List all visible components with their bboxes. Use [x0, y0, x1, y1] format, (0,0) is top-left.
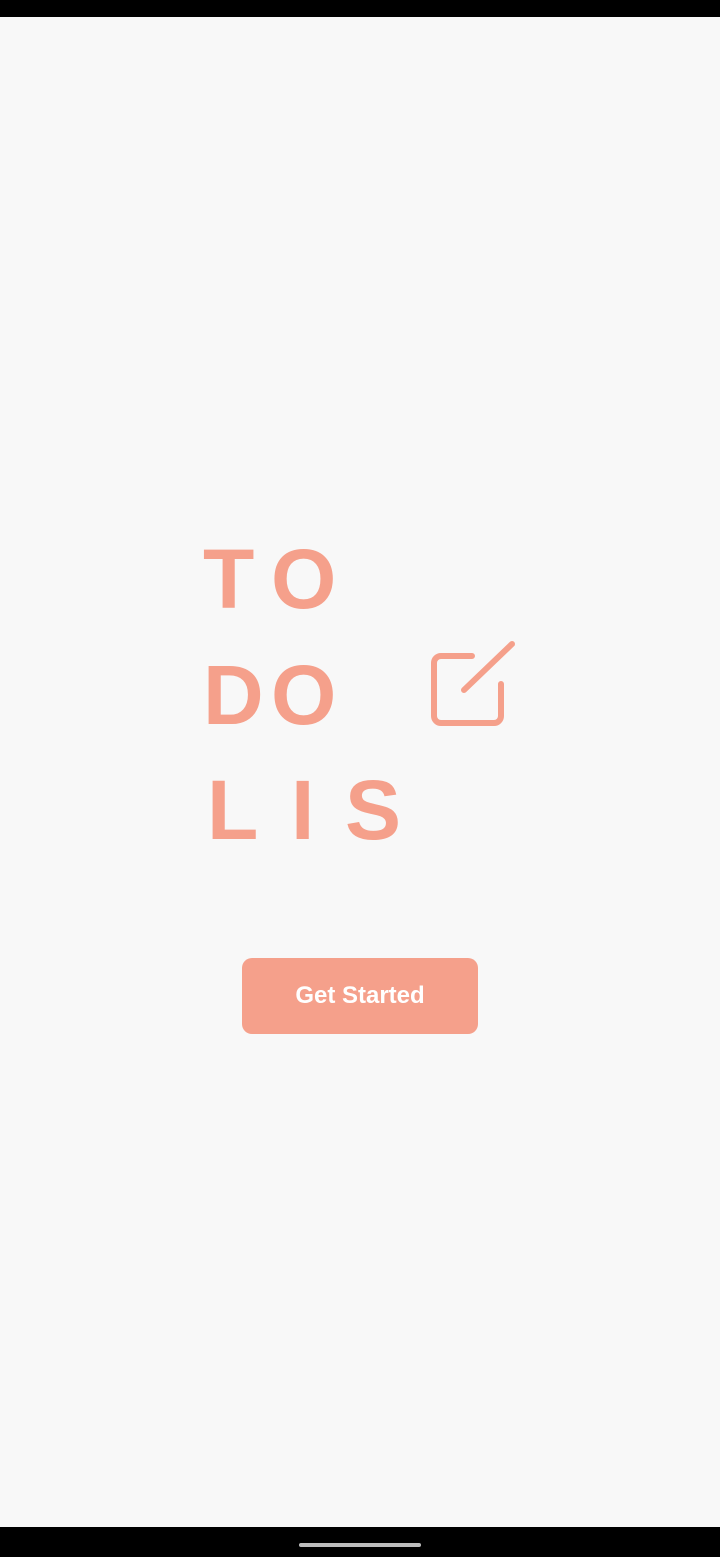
logo-letter: O: [271, 532, 337, 626]
home-indicator[interactable]: [299, 1543, 421, 1547]
logo-letter: L: [207, 763, 259, 857]
status-bar: [0, 0, 720, 17]
logo-letter: O: [271, 648, 337, 742]
get-started-button[interactable]: Get Started: [242, 958, 478, 1034]
logo-letter: I: [291, 763, 315, 857]
logo-letter: S: [345, 763, 402, 857]
navigation-bar: [0, 1527, 720, 1557]
edit-square-icon: [431, 641, 515, 726]
logo-letter: T: [203, 532, 255, 626]
logo-letter: D: [203, 648, 264, 742]
